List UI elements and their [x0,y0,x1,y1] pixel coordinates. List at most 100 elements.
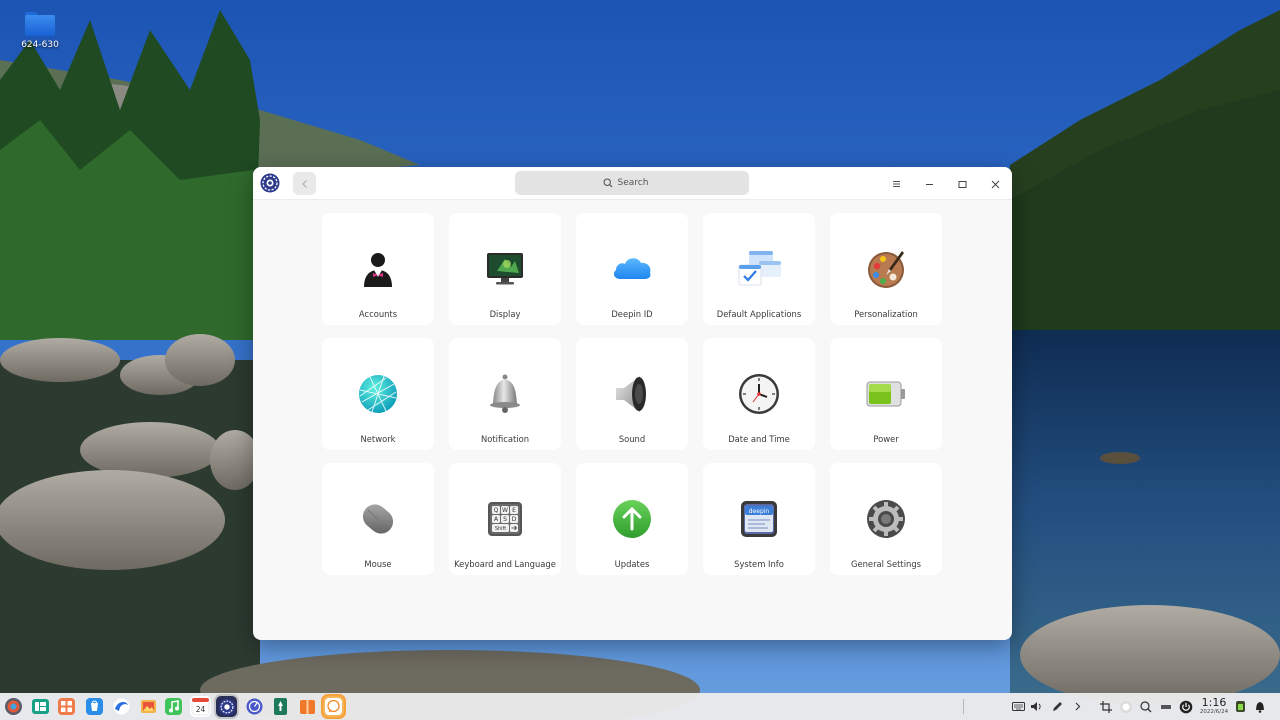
keyboard-tray-icon [1012,702,1025,711]
display-icon [483,247,527,291]
tray-expand[interactable] [1069,698,1086,715]
default-apps-icon [737,247,781,291]
power-icon [1179,700,1192,713]
module-sound[interactable]: Sound [576,338,688,450]
calendar-icon: 24 [191,697,210,716]
tray-show-desktop[interactable] [1157,698,1174,715]
taskbar-separator [963,699,964,714]
music-icon [165,698,182,715]
bell-icon [1255,702,1264,713]
tray-notifications[interactable] [1251,698,1268,715]
module-label: Notification [480,434,530,444]
system-monitor-icon [246,698,263,715]
tray-keyboard[interactable] [1010,698,1027,715]
mouse-icon [356,497,400,541]
module-deepin-id[interactable]: Deepin ID [576,213,688,325]
dock-app-store-grid[interactable] [56,696,77,717]
maximize-button[interactable] [953,175,971,193]
close-button[interactable] [986,175,1004,193]
keyboard-icon: Q W E A S D Shift [483,497,527,541]
system-info-icon: deepin [737,497,781,541]
dock-chat[interactable] [323,696,344,717]
module-label: Sound [618,434,646,444]
module-power[interactable]: Power [830,338,942,450]
module-mouse[interactable]: Mouse [322,463,434,575]
tray-pen[interactable] [1049,698,1066,715]
module-personalization[interactable]: Personalization [830,213,942,325]
archive-icon [300,700,315,714]
tray-search[interactable] [1137,698,1154,715]
palette-icon [864,247,908,291]
module-notification[interactable]: Notification [449,338,561,450]
volume-icon [1031,702,1041,711]
dock-app-store[interactable] [84,696,105,717]
search-input[interactable] [617,178,662,188]
pen-icon [1053,702,1062,711]
module-general-settings[interactable]: General Settings [830,463,942,575]
battery-icon [864,372,908,416]
search-icon [602,178,612,188]
module-label: Deepin ID [611,309,653,319]
module-date-and-time[interactable]: Date and Time [703,338,815,450]
module-label: Default Applications [716,309,802,319]
search-field[interactable] [515,171,749,195]
document-viewer-icon [274,698,287,715]
taskbar-clock[interactable]: 1:16 2022/6/24 [1199,693,1229,720]
module-updates[interactable]: Updates [576,463,688,575]
dock-calendar[interactable]: 24 [190,696,211,717]
control-center-logo-icon [260,173,280,193]
maximize-icon [958,180,966,188]
dock-system-monitor[interactable] [244,696,265,717]
module-network[interactable]: Network [322,338,434,450]
tray-battery-status[interactable] [1232,698,1249,715]
chevron-right-icon [1075,702,1081,711]
speaker-icon [610,372,654,416]
search-icon [1139,700,1151,712]
hamburger-menu-icon [892,181,900,187]
tray-assistant[interactable] [1117,698,1134,715]
module-label: General Settings [850,559,922,569]
main-menu-button[interactable] [887,175,905,193]
assistant-icon [1119,700,1132,713]
dock-browser[interactable] [111,696,132,717]
key-w: W [502,507,508,514]
gear-icon [864,497,908,541]
back-button[interactable] [293,172,316,195]
dock-image-viewer[interactable] [138,696,159,717]
module-system-info[interactable]: deepin System Info [703,463,815,575]
launcher-icon [5,698,22,715]
dock-archive-manager[interactable] [297,696,318,717]
desktop-folder-label: 624-630 [21,40,59,50]
taskbar: 24 1:16 2022/6/24 [0,693,1280,720]
module-keyboard-and-language[interactable]: Q W E A S D Shift Keyboard and Language [449,463,561,575]
screenshot-icon [1099,700,1112,713]
module-default-applications[interactable]: Default Applications [703,213,815,325]
module-label: Accounts [358,309,398,319]
accounts-icon [356,247,400,291]
launcher-button[interactable] [3,696,24,717]
dock-music[interactable] [163,696,184,717]
dock-control-center-active[interactable] [216,696,237,717]
tray-power[interactable] [1177,698,1194,715]
key-e: E [512,507,516,514]
chevron-left-icon [301,179,307,188]
minimize-button[interactable] [920,175,938,193]
clock-date: 2022/6/24 [1199,709,1229,715]
module-display[interactable]: Display [449,213,561,325]
module-accounts[interactable]: Accounts [322,213,434,325]
module-label: Personalization [854,309,918,319]
module-label: Keyboard and Language [454,559,556,569]
desktop-folder[interactable]: 624-630 [16,8,64,50]
module-label: System Info [734,559,784,569]
browser-icon [113,698,130,715]
tray-screenshot[interactable] [1097,698,1114,715]
apps-grid-icon [58,698,75,715]
key-shift: Shift [495,526,506,532]
tray-volume[interactable] [1028,698,1045,715]
close-icon [991,180,999,188]
folder-icon [25,12,55,36]
dock-multitask-view[interactable] [30,696,51,717]
shield-battery-icon [1236,701,1245,712]
module-label: Date and Time [728,434,790,444]
dock-document-viewer[interactable] [270,696,291,717]
